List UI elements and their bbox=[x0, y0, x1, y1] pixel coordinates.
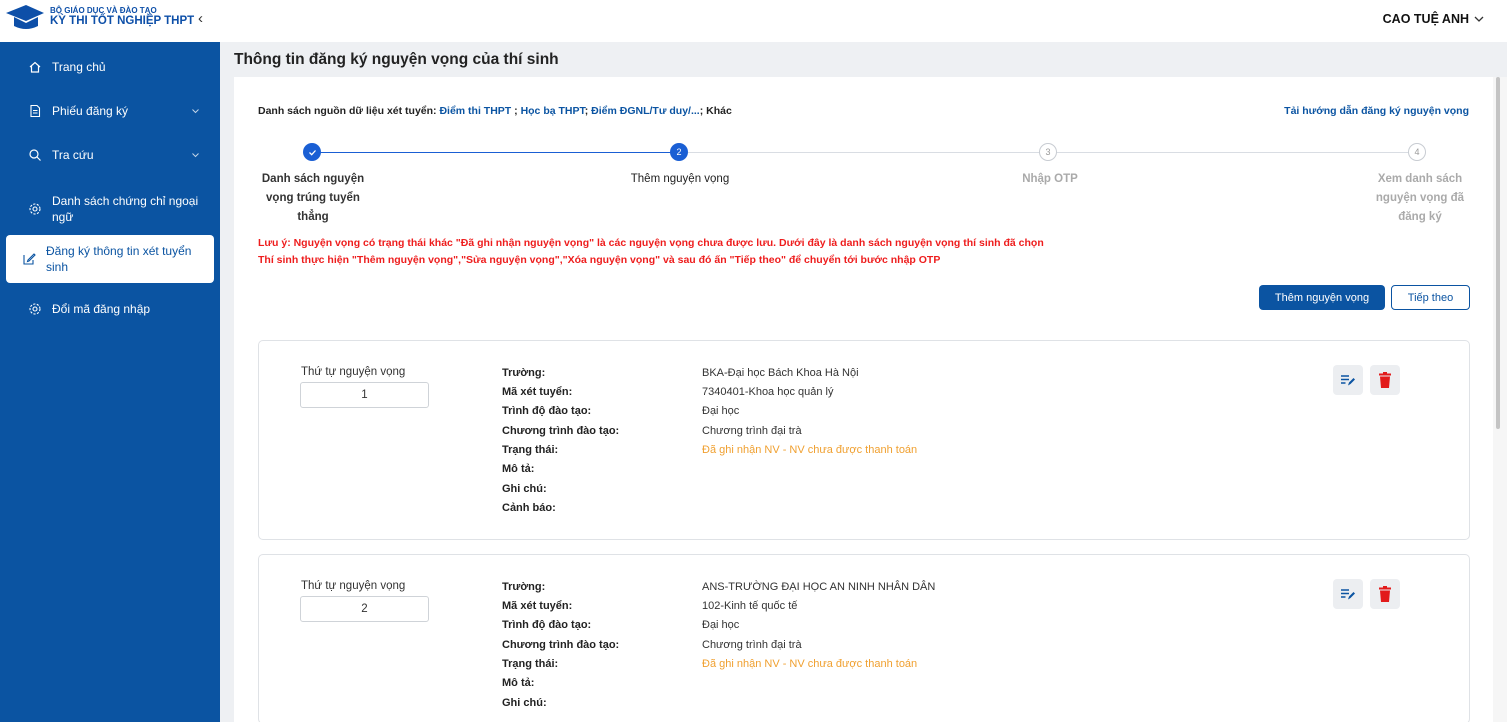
warning-note: Lưu ý: Nguyện vọng có trạng thái khác "Đ… bbox=[258, 237, 1044, 249]
gear-icon bbox=[29, 303, 41, 315]
scrollbar[interactable] bbox=[1493, 77, 1507, 722]
home-icon bbox=[29, 61, 41, 73]
user-name: CAO TUỆ ANH bbox=[1382, 12, 1469, 26]
trash-icon bbox=[1379, 586, 1391, 602]
sidebar-item-label: Danh sách chứng chỉ ngoại ngữ bbox=[52, 194, 199, 224]
step-4-label: Xem danh sách nguyện vọng đã đăng ký bbox=[1375, 173, 1465, 223]
code-value: 7340401-Khoa học quản lý bbox=[702, 386, 834, 398]
school-value: BKA-Đại học Bách Khoa Hà Nội bbox=[702, 367, 859, 379]
sidebar-item-label: Trang chủ bbox=[52, 60, 106, 74]
sidebar-item-home[interactable]: Trang chủ bbox=[6, 56, 214, 78]
wish-card: Thứ tự nguyện vọng 1 Trường: BKA-Đại học … bbox=[258, 340, 1470, 540]
stepper-connector bbox=[313, 152, 679, 153]
program-value: Chương trình đại trà bbox=[702, 639, 802, 651]
add-wish-button[interactable]: Thêm nguyện vọng bbox=[1259, 285, 1385, 310]
order-input[interactable]: 2 bbox=[300, 596, 429, 622]
code-value: 102-Kinh tế quốc tế bbox=[702, 600, 798, 612]
step-3-label: Nhập OTP bbox=[1022, 173, 1078, 185]
edit-icon bbox=[23, 253, 36, 265]
sidebar-item-registration-form[interactable]: Phiếu đăng ký bbox=[6, 100, 214, 122]
source-link-aptitude-score[interactable]: Điểm ĐGNL/Tư duy/... bbox=[591, 105, 700, 117]
sidebar-item-lookup[interactable]: Tra cứu bbox=[6, 144, 214, 166]
step-1-label: Danh sách nguyện vọng trúng tuyển thẳng bbox=[261, 173, 365, 223]
data-sources-label: Danh sách nguồn dữ liệu xét tuyển: bbox=[258, 105, 440, 117]
level-value: Đại học bbox=[702, 405, 740, 417]
separator: ; bbox=[511, 105, 521, 117]
source-link-transcript[interactable]: Học bạ THPT bbox=[521, 105, 585, 117]
logo-exam-text: KỲ THI TỐT NGHIỆP THPT bbox=[50, 15, 195, 27]
status-value: Đã ghi nhận NV - NV chưa được thanh toán bbox=[702, 658, 918, 670]
program-value: Chương trình đại trà bbox=[702, 425, 802, 437]
school-value: ANS-TRƯỜNG ĐẠI HỌC AN NINH NHÂN DÂN bbox=[702, 581, 936, 593]
delete-wish-button[interactable] bbox=[1370, 579, 1400, 609]
instruction-note: Thí sinh thực hiện "Thêm nguyện vọng","S… bbox=[258, 254, 941, 266]
sidebar-item-admission-registration[interactable]: Đăng ký thông tin xét tuyển sinh bbox=[6, 235, 214, 283]
trash-icon bbox=[1379, 372, 1391, 388]
scrollbar-thumb[interactable] bbox=[1496, 77, 1500, 429]
level-value: Đại học bbox=[702, 619, 740, 631]
check-icon bbox=[308, 149, 316, 156]
logo-ministry-text: BỘ GIÁO DỤC VÀ ĐÀO TẠO bbox=[50, 6, 157, 15]
order-label: Thứ tự nguyện vọng bbox=[301, 366, 406, 378]
chevron-down-icon bbox=[192, 153, 199, 158]
delete-wish-button[interactable] bbox=[1370, 365, 1400, 395]
sidebar-item-label: Tra cứu bbox=[52, 148, 94, 162]
edit-wish-button[interactable] bbox=[1333, 365, 1363, 395]
step-2-label: Thêm nguyện vọng bbox=[630, 173, 730, 185]
next-button[interactable]: Tiếp theo bbox=[1391, 285, 1470, 310]
stepper-connector bbox=[1057, 152, 1409, 153]
edit-wish-button[interactable] bbox=[1333, 579, 1363, 609]
document-icon bbox=[30, 104, 41, 118]
edit-list-icon bbox=[1341, 589, 1355, 600]
graduation-cap-icon bbox=[6, 5, 44, 29]
stepper-connector bbox=[688, 152, 1045, 153]
edit-list-icon bbox=[1341, 375, 1355, 386]
data-sources: Danh sách nguồn dữ liệu xét tuyển: Điểm … bbox=[258, 105, 732, 117]
status-value: Đã ghi nhận NV - NV chưa được thanh toán bbox=[702, 444, 918, 456]
sidebar: Trang chủ Phiếu đăng ký Tra cứu Danh sác… bbox=[0, 42, 220, 722]
sidebar-item-label: Đăng ký thông tin xét tuyển sinh bbox=[46, 244, 192, 274]
logo[interactable]: BỘ GIÁO DỤC VÀ ĐÀO TẠO KỲ THI TỐT NGHIỆP… bbox=[0, 0, 220, 42]
gear-icon bbox=[29, 203, 41, 215]
step-1-indicator bbox=[303, 143, 321, 161]
chevron-down-icon bbox=[192, 109, 199, 114]
download-guide-link[interactable]: Tải hướng dẫn đăng ký nguyện vọng bbox=[1284, 105, 1469, 117]
order-input[interactable]: 1 bbox=[300, 382, 429, 408]
step-4-indicator: 4 bbox=[1408, 143, 1426, 161]
search-icon bbox=[29, 149, 41, 161]
sidebar-item-label: Phiếu đăng ký bbox=[52, 104, 129, 118]
page-title: Thông tin đăng ký nguyện vọng của thí si… bbox=[234, 51, 559, 68]
order-label: Thứ tự nguyện vọng bbox=[301, 580, 406, 592]
sidebar-item-language-certificates[interactable]: Danh sách chứng chỉ ngoại ngữ bbox=[6, 188, 214, 230]
top-header: BỘ GIÁO DỤC VÀ ĐÀO TẠO KỲ THI TỐT NGHIỆP… bbox=[0, 0, 1507, 42]
sidebar-item-label: Đổi mã đăng nhập bbox=[52, 302, 151, 316]
step-3-indicator: 3 bbox=[1039, 143, 1057, 161]
wish-card: Thứ tự nguyện vọng 2 Trường: ANS-TRƯỜNG Đ… bbox=[258, 554, 1470, 722]
step-2-indicator: 2 bbox=[670, 143, 688, 161]
user-menu[interactable]: CAO TUỆ ANH bbox=[1383, 12, 1485, 26]
sidebar-item-change-password[interactable]: Đổi mã đăng nhập bbox=[6, 298, 214, 320]
chevron-left-icon[interactable]: ‹ bbox=[198, 10, 203, 27]
chevron-down-icon bbox=[1474, 16, 1484, 22]
source-other: ; Khác bbox=[699, 105, 732, 117]
source-link-thpt-score[interactable]: Điểm thi THPT bbox=[439, 105, 511, 117]
